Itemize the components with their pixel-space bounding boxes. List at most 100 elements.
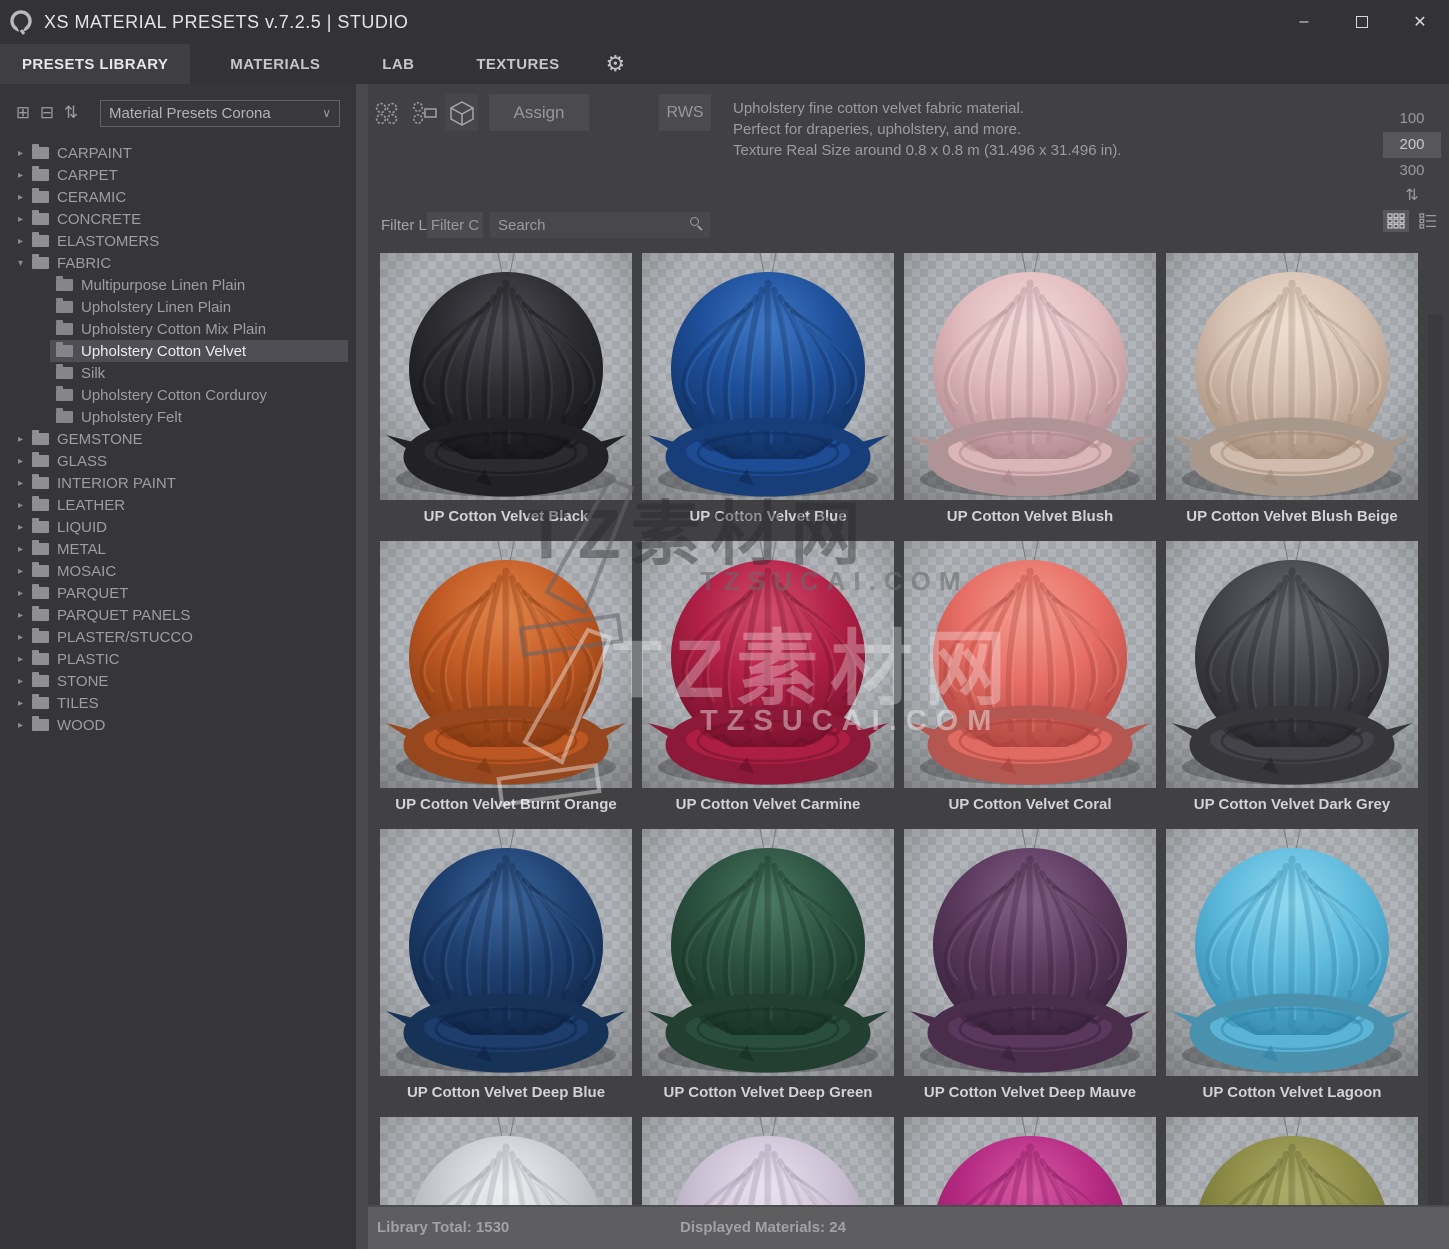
node-view-icon[interactable] [407,94,440,131]
sidebar-item-plaster-stucco[interactable]: ▸PLASTER/STUCCO [0,626,356,648]
sidebar-item-upholstery-cotton-corduroy[interactable]: Upholstery Cotton Corduroy [0,384,356,406]
tab-textures[interactable]: TEXTURES [454,44,581,84]
sidebar-item-upholstery-felt[interactable]: Upholstery Felt [0,406,356,428]
filter-category-button[interactable]: Filter C [427,212,483,238]
panel-splitter[interactable] [356,84,368,1249]
sidebar-item-gemstone[interactable]: ▸GEMSTONE [0,428,356,450]
material-thumbnail[interactable] [642,253,894,500]
sort-order-icon[interactable]: ⇅ [1383,184,1441,208]
sidebar-item-upholstery-cotton-mix-plain[interactable]: Upholstery Cotton Mix Plain [0,318,356,340]
tab-presets-library[interactable]: PRESETS LIBRARY [0,44,190,84]
collapse-all-icon[interactable]: ⊟ [36,103,58,123]
folder-icon [56,389,73,401]
filter-library-button[interactable]: Filter L [369,217,427,234]
expander-closed-icon[interactable]: ▸ [18,522,32,533]
rws-button[interactable]: RWS [659,94,711,131]
folder-icon [32,257,49,269]
thumb-size-300[interactable]: 300 [1383,158,1441,184]
expander-closed-icon[interactable]: ▸ [18,236,32,247]
expander-closed-icon[interactable]: ▸ [18,544,32,555]
material-thumbnail[interactable] [1166,541,1418,788]
material-thumbnail[interactable] [642,1117,894,1205]
spheres-view-icon[interactable] [369,94,402,131]
material-thumbnail[interactable] [642,541,894,788]
material-thumbnail[interactable] [380,253,632,500]
material-card-up-cotton-velvet-lagoon: UP Cotton Velvet Lagoon [1166,829,1418,1111]
expander-closed-icon[interactable]: ▸ [18,148,32,159]
sidebar-item-metal[interactable]: ▸METAL [0,538,356,560]
material-thumbnail[interactable] [1166,829,1418,1076]
material-name: UP Cotton Velvet Blush [904,500,1156,535]
sidebar-item-interior-paint[interactable]: ▸INTERIOR PAINT [0,472,356,494]
material-thumbnail[interactable] [904,253,1156,500]
expander-closed-icon[interactable]: ▸ [18,478,32,489]
expander-closed-icon[interactable]: ▸ [18,214,32,225]
thumb-size-200[interactable]: 200 [1383,132,1441,158]
expander-closed-icon[interactable]: ▸ [18,698,32,709]
list-view-icon[interactable] [1415,210,1441,232]
expander-open-icon[interactable]: ▾ [18,258,32,269]
search-input[interactable] [490,212,710,238]
cube-view-icon[interactable] [445,94,478,131]
sidebar-item-label: GLASS [57,453,107,470]
material-thumbnail[interactable] [380,829,632,1076]
tab-lab[interactable]: LAB [360,44,436,84]
material-thumbnail[interactable] [904,1117,1156,1205]
expander-closed-icon[interactable]: ▸ [18,720,32,731]
expander-closed-icon[interactable]: ▸ [18,434,32,445]
expander-closed-icon[interactable]: ▸ [18,170,32,181]
material-thumbnail[interactable] [904,541,1156,788]
sidebar-item-multipurpose-linen-plain[interactable]: Multipurpose Linen Plain [0,274,356,296]
close-icon[interactable]: ✕ [1391,0,1449,44]
material-thumbnail[interactable] [904,829,1156,1076]
vertical-scrollbar[interactable] [1428,314,1443,1205]
expander-closed-icon[interactable]: ▸ [18,632,32,643]
sort-icon[interactable]: ⇅ [60,103,82,123]
sidebar-item-upholstery-cotton-velvet[interactable]: Upholstery Cotton Velvet [0,340,356,362]
sidebar-item-concrete[interactable]: ▸CONCRETE [0,208,356,230]
expander-closed-icon[interactable]: ▸ [18,192,32,203]
expander-closed-icon[interactable]: ▸ [18,588,32,599]
expander-closed-icon[interactable]: ▸ [18,456,32,467]
sidebar-item-label: FABRIC [57,255,111,272]
material-thumbnail[interactable] [380,541,632,788]
maximize-icon[interactable] [1333,0,1391,44]
gear-icon[interactable]: ⚙ [600,44,632,84]
sidebar-item-plastic[interactable]: ▸PLASTIC [0,648,356,670]
expander-closed-icon[interactable]: ▸ [18,500,32,511]
material-thumbnail[interactable] [380,1117,632,1205]
thumb-size-100[interactable]: 100 [1383,106,1441,132]
sidebar-item-tiles[interactable]: ▸TILES [0,692,356,714]
sidebar-item-carpet[interactable]: ▸CARPET [0,164,356,186]
sidebar-item-parquet-panels[interactable]: ▸PARQUET PANELS [0,604,356,626]
material-card-up-cotton-velvet-coral: UP Cotton Velvet Coral [904,541,1156,823]
expander-closed-icon[interactable]: ▸ [18,566,32,577]
material-thumbnail[interactable] [642,829,894,1076]
sidebar-item-carpaint[interactable]: ▸CARPAINT [0,142,356,164]
sidebar-item-stone[interactable]: ▸STONE [0,670,356,692]
preset-library-dropdown[interactable]: Material Presets Corona ∨ [100,100,340,127]
sidebar-item-mosaic[interactable]: ▸MOSAIC [0,560,356,582]
minimize-icon[interactable]: – [1275,0,1333,44]
sidebar-item-fabric[interactable]: ▾ FABRIC [0,252,356,274]
material-thumbnail[interactable] [1166,253,1418,500]
sidebar-item-ceramic[interactable]: ▸CERAMIC [0,186,356,208]
expander-closed-icon[interactable]: ▸ [18,654,32,665]
sidebar-item-parquet[interactable]: ▸ PARQUET [0,582,356,604]
sidebar-item-liquid[interactable]: ▸LIQUID [0,516,356,538]
sidebar-item-leather[interactable]: ▸LEATHER [0,494,356,516]
expand-all-icon[interactable]: ⊞ [12,103,34,123]
material-card-up-cotton-velvet-deep-blue: UP Cotton Velvet Deep Blue [380,829,632,1111]
sidebar-item-wood[interactable]: ▸WOOD [0,714,356,736]
sidebar-item-silk[interactable]: Silk [0,362,356,384]
assign-button[interactable]: Assign [489,94,589,131]
grid-view-icon[interactable] [1383,210,1409,232]
sidebar-item-label: PARQUET [57,585,128,602]
sidebar-item-elastomers[interactable]: ▸ELASTOMERS [0,230,356,252]
material-thumbnail[interactable] [1166,1117,1418,1205]
expander-closed-icon[interactable]: ▸ [18,676,32,687]
sidebar-item-upholstery-linen-plain[interactable]: Upholstery Linen Plain [0,296,356,318]
expander-closed-icon[interactable]: ▸ [18,610,32,621]
tab-materials[interactable]: MATERIALS [208,44,342,84]
sidebar-item-glass[interactable]: ▸ GLASS [0,450,356,472]
